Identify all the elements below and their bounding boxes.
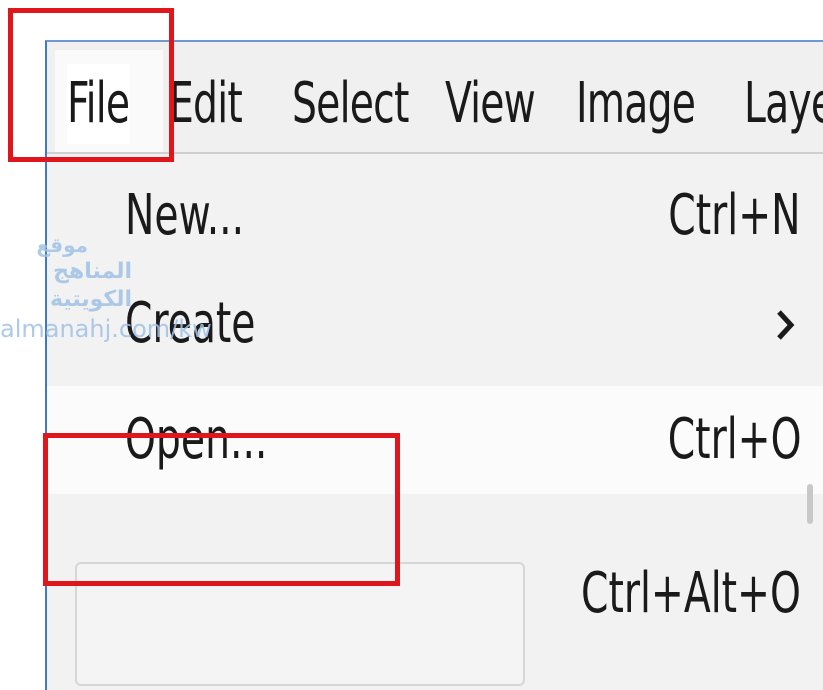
menu-item-open-recent[interactable]: Ctrl+Alt+O: [47, 514, 823, 686]
menu-item-open[interactable]: Open... Ctrl+O: [47, 386, 823, 494]
menu-item-shortcut: Ctrl+N: [668, 183, 801, 248]
menu-image[interactable]: Image: [576, 64, 696, 144]
menu-item-label: New...: [125, 183, 245, 248]
menu-item-new[interactable]: New... Ctrl+N: [47, 162, 823, 270]
menu-item-label: Open...: [125, 407, 268, 472]
chevron-right-icon: [777, 310, 795, 340]
menu-layer[interactable]: Laye: [744, 64, 823, 144]
watermark-line: موقع: [36, 233, 88, 257]
watermark-line: almanahj.com/kw: [0, 315, 212, 343]
menu-edit[interactable]: Edit: [169, 64, 243, 144]
watermark-line: المناهج الكويتية: [50, 259, 132, 312]
file-dropdown-menu: New... Ctrl+N Create Open... Ctrl+O Ctrl…: [47, 154, 823, 690]
menu-view[interactable]: View: [445, 64, 536, 144]
menu-select[interactable]: Select: [292, 64, 409, 144]
menu-item-shortcut: Ctrl+Alt+O: [581, 561, 801, 626]
app-window: File Edit Select View Image Laye New... …: [45, 40, 823, 690]
menu-file[interactable]: File: [67, 64, 130, 144]
menu-item-shortcut: Ctrl+O: [667, 407, 801, 472]
watermark: موقع المناهج الكويتية almanahj.com/kw: [0, 232, 212, 344]
scrollbar[interactable]: [807, 484, 813, 524]
menu-bar: File Edit Select View Image Laye: [47, 42, 823, 154]
menu-item-label-box: [75, 562, 525, 686]
